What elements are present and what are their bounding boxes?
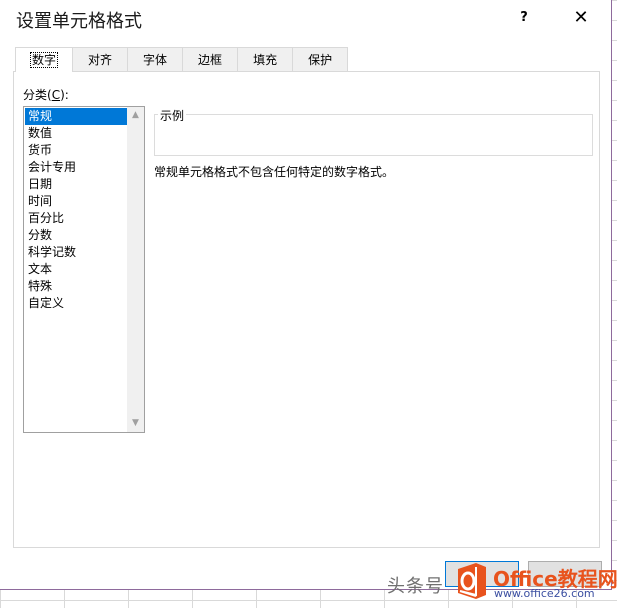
tab-protection[interactable]: 保护 (292, 47, 349, 71)
tab-strip: 数字 对齐 字体 边框 填充 保护 (15, 47, 349, 72)
tab-number[interactable]: 数字 (15, 47, 74, 72)
tab-label: 数字 (29, 52, 59, 68)
category-scrollbar[interactable]: ▲ ▼ (127, 107, 144, 432)
tab-label: 保护 (308, 53, 333, 67)
scroll-up-arrow-icon[interactable]: ▲ (127, 107, 144, 124)
dialog-title: 设置单元格格式 (16, 11, 142, 32)
tab-label: 填充 (253, 53, 278, 67)
format-description: 常规单元格格式不包含任何特定的数字格式。 (154, 165, 395, 179)
category-item-text[interactable]: 文本 (25, 261, 128, 278)
tab-alignment[interactable]: 对齐 (72, 47, 129, 71)
tab-label: 对齐 (88, 53, 113, 67)
format-cells-dialog: 设置单元格格式 ? ✕ 数字 对齐 字体 边框 填充 保护 分类(C): 常规 … (0, 0, 612, 590)
tab-font[interactable]: 字体 (127, 47, 184, 71)
tab-label: 边框 (198, 53, 223, 67)
watermark-text: 头条号 (387, 576, 444, 597)
sample-label: 示例 (158, 107, 187, 124)
category-item-time[interactable]: 时间 (25, 193, 128, 210)
watermark-url: www.office26.com (494, 587, 595, 600)
category-item-special[interactable]: 特殊 (25, 278, 128, 295)
category-item-number[interactable]: 数值 (25, 125, 128, 142)
category-item-fraction[interactable]: 分数 (25, 227, 128, 244)
category-item-custom[interactable]: 自定义 (25, 295, 128, 312)
help-button[interactable]: ? (514, 8, 534, 28)
tab-fill[interactable]: 填充 (237, 47, 294, 71)
category-item-accounting[interactable]: 会计专用 (25, 159, 128, 176)
category-item-percentage[interactable]: 百分比 (25, 210, 128, 227)
scroll-down-arrow-icon[interactable]: ▼ (127, 415, 144, 432)
category-item-scientific[interactable]: 科学记数 (25, 244, 128, 261)
office-logo-icon (458, 563, 486, 599)
category-label: 分类(C): (23, 88, 69, 102)
category-item-date[interactable]: 日期 (25, 176, 128, 193)
title-bar: 设置单元格格式 ? ✕ (0, 0, 611, 36)
category-item-general[interactable]: 常规 (25, 108, 128, 125)
category-item-currency[interactable]: 货币 (25, 142, 128, 159)
tab-border[interactable]: 边框 (182, 47, 239, 71)
category-list: 常规 数值 货币 会计专用 日期 时间 百分比 分数 科学记数 文本 特殊 自定… (25, 108, 128, 312)
close-button[interactable]: ✕ (570, 7, 592, 29)
tab-label: 字体 (143, 53, 168, 67)
sample-groupbox (154, 114, 593, 156)
category-listbox[interactable]: 常规 数值 货币 会计专用 日期 时间 百分比 分数 科学记数 文本 特殊 自定… (23, 106, 145, 433)
